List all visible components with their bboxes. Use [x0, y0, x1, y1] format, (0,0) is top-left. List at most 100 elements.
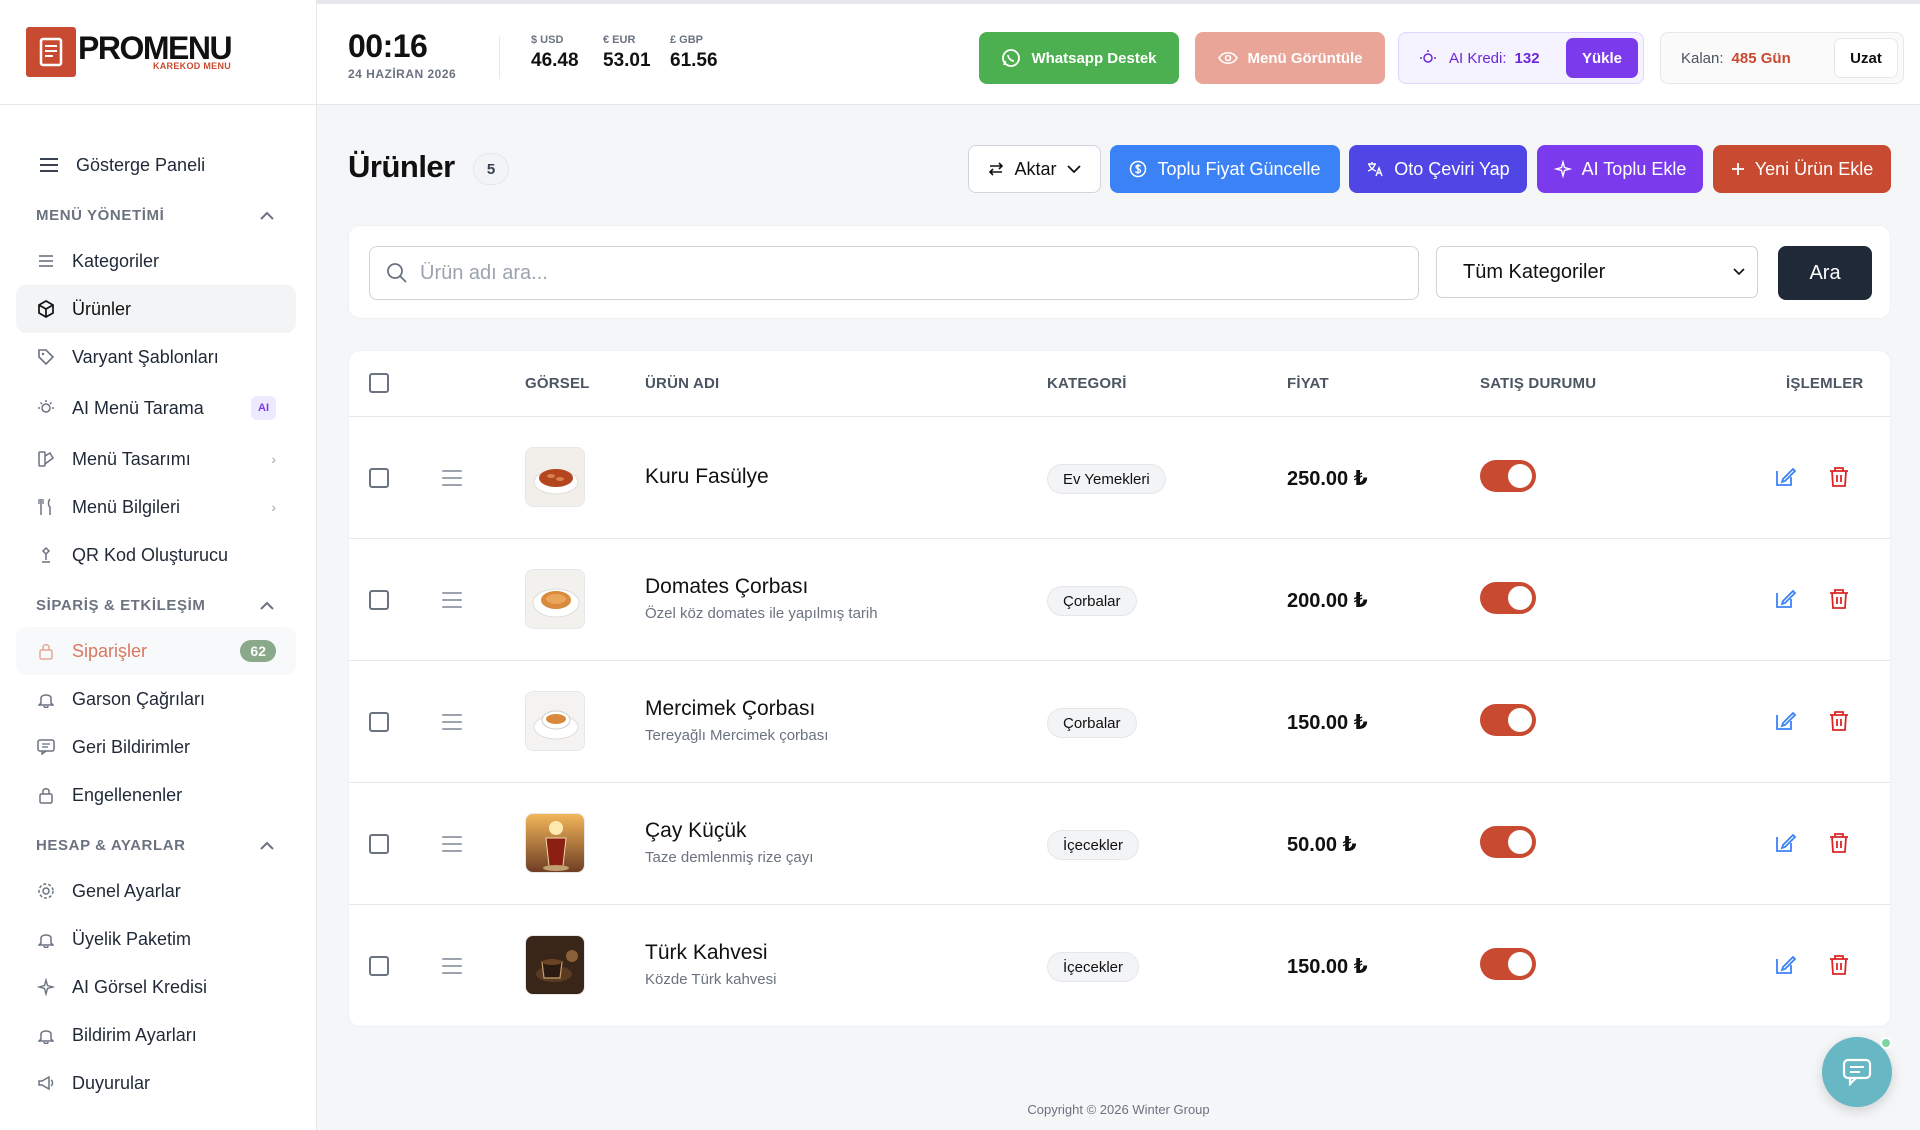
logo-subtext: KAREKOD MENU	[152, 61, 232, 71]
product-image	[525, 813, 585, 873]
sidebar-item-qr-generator[interactable]: QR Kod Oluşturucu	[16, 531, 296, 579]
sale-status-toggle[interactable]	[1480, 948, 1536, 980]
sidebar-item-label: AI Menü Tarama	[72, 397, 204, 418]
category-badge: İçecekler	[1047, 830, 1140, 860]
extend-button[interactable]: Uzat	[1834, 38, 1898, 78]
drag-handle-icon[interactable]	[442, 592, 462, 613]
trash-icon[interactable]	[1827, 465, 1851, 489]
bell-icon	[36, 929, 56, 949]
section-account-settings[interactable]: HESAP & AYARLAR	[0, 823, 316, 867]
sale-status-toggle[interactable]	[1480, 704, 1536, 736]
eye-icon	[1217, 51, 1238, 65]
drag-handle-icon[interactable]	[442, 470, 462, 491]
sidebar: PROMENU KAREKOD MENU Gösterge Paneli MEN…	[0, 0, 317, 1130]
row-checkbox[interactable]	[369, 590, 389, 610]
section-orders-interaction[interactable]: SİPARİŞ & ETKİLEŞİM	[0, 583, 316, 627]
export-dropdown-button[interactable]: Aktar	[968, 145, 1101, 193]
section-menu-management[interactable]: MENÜ YÖNETİMİ	[0, 193, 316, 237]
row-checkbox[interactable]	[369, 834, 389, 854]
button-label: Yeni Ürün Ekle	[1754, 158, 1874, 179]
chat-icon	[1842, 1058, 1872, 1086]
product-price: 200.00 ₺	[1287, 590, 1368, 612]
product-name[interactable]: Domates Çorbası	[645, 575, 808, 599]
sidebar-item-label: AI Görsel Kredisi	[72, 976, 208, 997]
product-name[interactable]: Mercimek Çorbası	[645, 697, 815, 721]
sidebar-item-waiter-calls[interactable]: Garson Çağrıları	[16, 675, 296, 723]
sidebar-item-categories[interactable]: Kategoriler	[16, 237, 296, 285]
edit-icon[interactable]	[1773, 709, 1797, 733]
button-label: Oto Çeviri Yap	[1394, 158, 1510, 179]
column-header-status: SATIŞ DURUMU	[1480, 375, 1597, 392]
sale-status-toggle[interactable]	[1480, 460, 1536, 492]
edit-icon[interactable]	[1773, 831, 1797, 855]
sparkle-icon	[36, 977, 56, 997]
drag-handle-icon[interactable]	[442, 836, 462, 857]
category-badge: Ev Yemekleri	[1047, 464, 1166, 494]
sidebar-item-dashboard[interactable]: Gösterge Paneli	[0, 137, 316, 193]
divider	[499, 37, 500, 79]
drag-handle-icon[interactable]	[442, 958, 462, 979]
whatsapp-support-button[interactable]: Whatsapp Destek	[979, 32, 1179, 84]
tag-icon	[36, 347, 56, 367]
table-row: Çay Küçük Taze demlenmiş rize çayı İçece…	[349, 783, 1890, 905]
search-input[interactable]	[420, 261, 1380, 285]
sparkle-icon	[1553, 160, 1572, 178]
product-description: Taze demlenmiş rize çayı	[645, 849, 814, 866]
sidebar-item-label: Menü Bilgileri	[72, 496, 181, 517]
sidebar-item-label: Üyelik Paketim	[72, 928, 192, 949]
sidebar-item-membership[interactable]: Üyelik Paketim	[16, 915, 296, 963]
trash-icon[interactable]	[1827, 953, 1851, 977]
remaining-label: Kalan:	[1681, 49, 1724, 67]
add-product-button[interactable]: Yeni Ürün Ekle	[1713, 145, 1891, 193]
edit-icon[interactable]	[1773, 953, 1797, 977]
ai-credit-label: AI Kredi:	[1449, 49, 1507, 67]
trash-icon[interactable]	[1827, 587, 1851, 611]
sidebar-item-products[interactable]: Ürünler	[16, 285, 296, 333]
bulk-price-update-button[interactable]: Toplu Fiyat Güncelle	[1110, 145, 1340, 193]
sidebar-item-ai-image-credit[interactable]: AI Görsel Kredisi	[16, 963, 296, 1011]
remaining-value: 485 Gün	[1731, 49, 1791, 67]
sidebar-item-label: QR Kod Oluşturucu	[72, 544, 229, 565]
edit-icon[interactable]	[1773, 465, 1797, 489]
sidebar-item-orders[interactable]: Siparişler 62	[16, 627, 296, 675]
chevron-up-icon	[260, 841, 274, 850]
sidebar-item-announcements[interactable]: Duyurular	[16, 1059, 296, 1107]
clock-time: 00:16	[348, 28, 428, 64]
product-name[interactable]: Çay Küçük	[645, 819, 747, 843]
sale-status-toggle[interactable]	[1480, 826, 1536, 858]
sidebar-item-menu-info[interactable]: Menü Bilgileri ›	[16, 483, 296, 531]
products-table: GÖRSEL ÜRÜN ADI KATEGORİ FİYAT SATIŞ DUR…	[348, 350, 1891, 1027]
sidebar-item-general-settings[interactable]: Genel Ayarlar	[16, 867, 296, 915]
row-checkbox[interactable]	[369, 712, 389, 732]
row-checkbox[interactable]	[369, 468, 389, 488]
sidebar-item-ai-menu-scan[interactable]: AI Menü Tarama AI	[16, 381, 296, 435]
sale-status-toggle[interactable]	[1480, 582, 1536, 614]
trash-icon[interactable]	[1827, 709, 1851, 733]
search-button[interactable]: Ara	[1778, 246, 1872, 300]
fx-eur: € EUR 53.01	[603, 34, 651, 72]
drag-handle-icon[interactable]	[442, 714, 462, 735]
product-name[interactable]: Kuru Fasülye	[645, 465, 769, 489]
ai-bulk-add-button[interactable]: AI Toplu Ekle	[1537, 145, 1703, 193]
menu-view-button[interactable]: Menü Görüntüle	[1195, 32, 1385, 84]
ai-credit-box: AI Kredi: 132 Yükle	[1398, 32, 1644, 84]
load-credit-button[interactable]: Yükle	[1566, 38, 1638, 78]
select-all-checkbox[interactable]	[369, 373, 389, 393]
category-select[interactable]: Tüm Kategoriler	[1436, 246, 1758, 298]
fx-label: £ GBP	[670, 34, 704, 46]
logo[interactable]: PROMENU KAREKOD MENU	[0, 0, 316, 105]
sidebar-item-blocked[interactable]: Engellenenler	[16, 771, 296, 819]
search-field[interactable]	[369, 246, 1419, 300]
ai-credit-value: 132	[1514, 49, 1540, 67]
sidebar-item-menu-design[interactable]: Menü Tasarımı ›	[16, 435, 296, 483]
sidebar-item-notification-settings[interactable]: Bildirim Ayarları	[16, 1011, 296, 1059]
auto-translate-button[interactable]: Oto Çeviri Yap	[1349, 145, 1527, 193]
table-row: Mercimek Çorbası Tereyağlı Mercimek çorb…	[349, 661, 1890, 783]
product-name[interactable]: Türk Kahvesi	[645, 941, 768, 965]
row-checkbox[interactable]	[369, 956, 389, 976]
edit-icon[interactable]	[1773, 587, 1797, 611]
sidebar-item-variant-templates[interactable]: Varyant Şablonları	[16, 333, 296, 381]
trash-icon[interactable]	[1827, 831, 1851, 855]
qr-icon	[36, 545, 56, 565]
sidebar-item-feedback[interactable]: Geri Bildirimler	[16, 723, 296, 771]
